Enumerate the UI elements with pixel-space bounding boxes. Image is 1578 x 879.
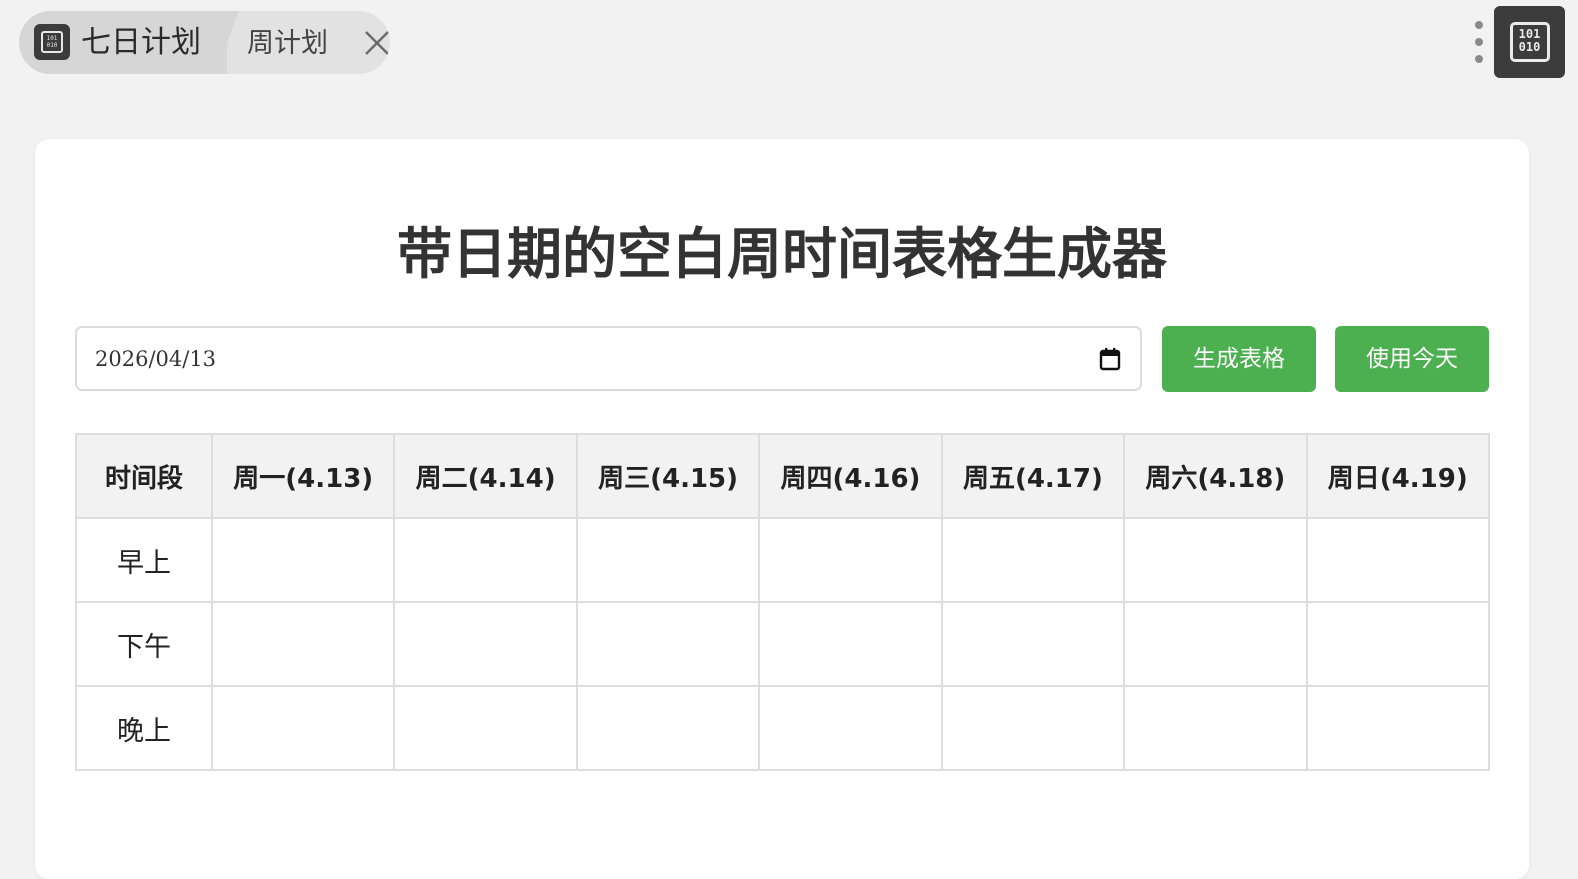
schedule-cell[interactable] (1305, 517, 1491, 603)
schedule-cell[interactable] (210, 601, 396, 687)
binary-app-icon: 101 010 (34, 24, 70, 60)
time-slot-label: 晚上 (75, 685, 213, 771)
tab-weekly-plan[interactable]: 周计划 (247, 28, 328, 60)
app-tab[interactable]: 101 010 七日计划 (19, 11, 227, 74)
top-bar: 101 010 七日计划 周计划 101 010 (0, 0, 1578, 90)
header-day: 周三(4.15) (575, 433, 761, 519)
main-card: 带日期的空白周时间表格生成器 2026/04/13 生成表格 使用今天 时间段 … (35, 139, 1529, 879)
header-day: 周二(4.14) (393, 433, 578, 519)
header-day: 周六(4.18) (1123, 433, 1308, 519)
tab-strip: 101 010 七日计划 周计划 (19, 11, 390, 74)
schedule-cell[interactable] (1305, 685, 1491, 771)
schedule-cell[interactable] (393, 601, 578, 687)
table-row: 早上 (75, 517, 1491, 603)
date-input[interactable]: 2026/04/13 (75, 326, 1142, 391)
binary-app-button[interactable]: 101 010 (1494, 6, 1565, 78)
page-title: 带日期的空白周时间表格生成器 (396, 222, 1167, 286)
header-time-slot: 时间段 (75, 433, 213, 519)
table-header-row: 时间段 周一(4.13) 周二(4.14) 周三(4.15) 周四(4.16) … (75, 433, 1491, 519)
header-day: 周五(4.17) (940, 433, 1126, 519)
schedule-cell[interactable] (575, 685, 761, 771)
close-icon[interactable] (363, 29, 390, 57)
schedule-cell[interactable] (1305, 601, 1491, 687)
more-menu-icon[interactable] (1470, 18, 1488, 66)
weekly-schedule-table: 时间段 周一(4.13) 周二(4.14) 周三(4.15) 周四(4.16) … (75, 433, 1491, 771)
generate-table-button[interactable]: 生成表格 (1162, 326, 1316, 392)
schedule-cell[interactable] (393, 517, 578, 603)
schedule-cell[interactable] (1123, 517, 1308, 603)
time-slot-label: 下午 (75, 601, 213, 687)
header-day: 周日(4.19) (1305, 433, 1491, 519)
calendar-icon[interactable] (1099, 347, 1121, 371)
header-day: 周四(4.16) (758, 433, 943, 519)
app-title: 七日计划 (81, 25, 201, 60)
tab-separator (215, 11, 239, 74)
schedule-cell[interactable] (1123, 601, 1308, 687)
schedule-cell[interactable] (940, 517, 1126, 603)
schedule-cell[interactable] (940, 685, 1126, 771)
use-today-button[interactable]: 使用今天 (1335, 326, 1489, 392)
header-day: 周一(4.13) (210, 433, 396, 519)
date-input-value: 2026/04/13 (95, 347, 217, 371)
table-row: 晚上 (75, 685, 1491, 771)
schedule-cell[interactable] (758, 601, 943, 687)
binary-glyph: 101 010 (41, 31, 63, 53)
schedule-cell[interactable] (1123, 685, 1308, 771)
schedule-cell[interactable] (575, 601, 761, 687)
table-row: 下午 (75, 601, 1491, 687)
schedule-cell[interactable] (575, 517, 761, 603)
schedule-cell[interactable] (393, 685, 578, 771)
schedule-cell[interactable] (210, 685, 396, 771)
time-slot-label: 早上 (75, 517, 213, 603)
schedule-cell[interactable] (758, 685, 943, 771)
schedule-cell[interactable] (758, 517, 943, 603)
schedule-cell[interactable] (210, 517, 396, 603)
binary-icon: 101 010 (1509, 22, 1550, 62)
schedule-cell[interactable] (940, 601, 1126, 687)
